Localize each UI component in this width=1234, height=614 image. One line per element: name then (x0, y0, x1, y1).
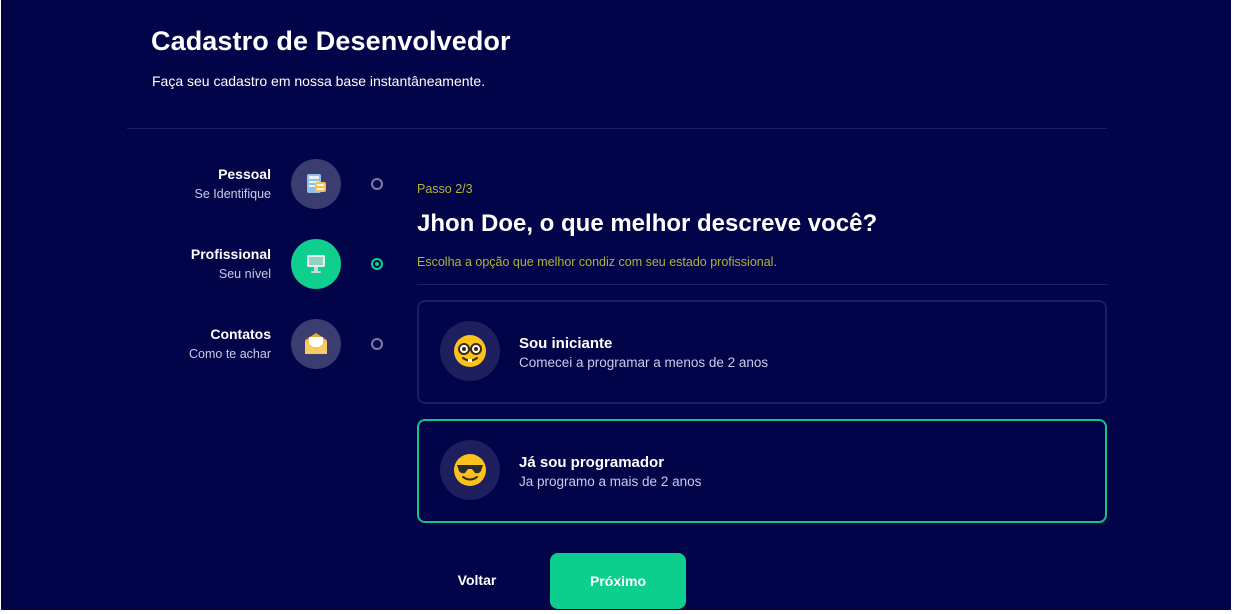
step-text: Profissional Seu nível (191, 246, 271, 281)
step-text: Contatos Como te achar (189, 326, 271, 361)
step-subtitle: Se Identifique (194, 187, 271, 201)
step-indicator-dot (371, 178, 383, 190)
page-frame: Cadastro de Desenvolvedor Faça seu cadas… (1, 0, 1231, 610)
id-card-icon (291, 159, 341, 209)
back-button[interactable]: Voltar (439, 565, 515, 595)
page-title: Cadastro de Desenvolvedor (151, 26, 511, 56)
header-divider (127, 128, 1107, 129)
nerd-face-icon (440, 321, 500, 381)
step-counter: Passo 2/3 (417, 182, 473, 196)
option-iniciante[interactable]: Sou iniciante Comecei a programar a meno… (417, 300, 1107, 404)
step-profissional[interactable]: Profissional Seu nível (101, 239, 401, 289)
option-subtitle: Comecei a programar a menos de 2 anos (519, 355, 769, 370)
content-divider (417, 284, 1107, 285)
option-programador[interactable]: Já sou programador Ja programo a mais de… (417, 419, 1107, 523)
step-indicator-dot (371, 258, 383, 270)
option-title: Já sou programador (519, 454, 665, 471)
sunglasses-face-icon (440, 440, 500, 500)
page-subtitle: Faça seu cadastro em nossa base instantâ… (152, 73, 486, 89)
option-subtitle: Ja programo a mais de 2 anos (519, 474, 702, 489)
step-title: Contatos (210, 326, 271, 342)
step-pessoal[interactable]: Pessoal Se Identifique (101, 159, 401, 209)
step-title: Pessoal (218, 166, 271, 182)
question-hint: Escolha a opção que melhor condiz com se… (417, 255, 777, 269)
next-button[interactable]: Próximo (550, 553, 686, 609)
option-title: Sou iniciante (519, 335, 613, 352)
envelope-icon (291, 319, 341, 369)
computer-icon (291, 239, 341, 289)
step-title: Profissional (190, 246, 271, 262)
step-indicator-dot (371, 338, 383, 350)
step-subtitle: Seu nível (218, 267, 271, 281)
step-text: Pessoal Se Identifique (195, 166, 271, 201)
step-subtitle: Como te achar (189, 347, 271, 361)
question-heading: Jhon Doe, o que melhor descreve você? (417, 210, 878, 237)
step-contatos[interactable]: Contatos Como te achar (101, 319, 401, 369)
